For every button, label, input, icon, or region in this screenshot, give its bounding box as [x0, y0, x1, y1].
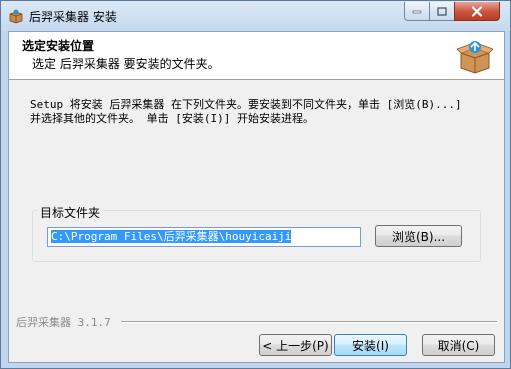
- back-button[interactable]: < 上一步(P): [259, 334, 332, 356]
- minimize-button[interactable]: [404, 2, 430, 21]
- page-title: 选定安装位置: [22, 39, 95, 53]
- destination-path-input[interactable]: C:\Program Files\后羿采集器\houyicaiji: [47, 227, 361, 247]
- instructions-line-2: 并选择其他的文件夹。 单击 [安装(I)] 开始安装进程。: [30, 112, 314, 125]
- installer-window: 后羿采集器 安装 选定安装位置 选定 后羿采集器 要安装的文件夹。 Setup …: [0, 0, 511, 369]
- page-subtitle: 选定 后羿采集器 要安装的文件夹。: [32, 57, 220, 71]
- maximize-icon: [437, 6, 447, 16]
- footer-divider: [121, 321, 497, 323]
- window-title: 后羿采集器 安装: [29, 10, 117, 24]
- browse-button[interactable]: 浏览(B)...: [375, 225, 462, 247]
- close-button[interactable]: [454, 2, 500, 21]
- page-header: 选定安装位置 选定 后羿采集器 要安装的文件夹。: [9, 32, 504, 80]
- close-icon: [471, 5, 483, 17]
- title-bar[interactable]: 后羿采集器 安装: [1, 1, 510, 31]
- installer-brand-version: 后羿采集器 3.1.7: [16, 316, 111, 329]
- instructions-text: Setup 将安装 后羿采集器 在下列文件夹。要安装到不同文件夹，单击 [浏览(…: [30, 98, 490, 126]
- minimize-icon: [412, 10, 422, 14]
- destination-path-value: C:\Program Files\后羿采集器\houyicaiji: [51, 230, 292, 243]
- destination-folder-label: 目标文件夹: [38, 204, 103, 221]
- instructions-line-1: Setup 将安装 后羿采集器 在下列文件夹。要安装到不同文件夹，单击 [浏览(…: [30, 98, 462, 111]
- installer-box-icon: [456, 38, 494, 74]
- maximize-button[interactable]: [429, 2, 455, 21]
- install-button[interactable]: 安装(I): [334, 334, 407, 356]
- dialog-client-area: 选定安装位置 选定 后羿采集器 要安装的文件夹。 Setup 将安装 后羿采集器…: [8, 31, 505, 363]
- app-box-icon: [8, 8, 24, 24]
- cancel-button[interactable]: 取消(C): [422, 334, 495, 356]
